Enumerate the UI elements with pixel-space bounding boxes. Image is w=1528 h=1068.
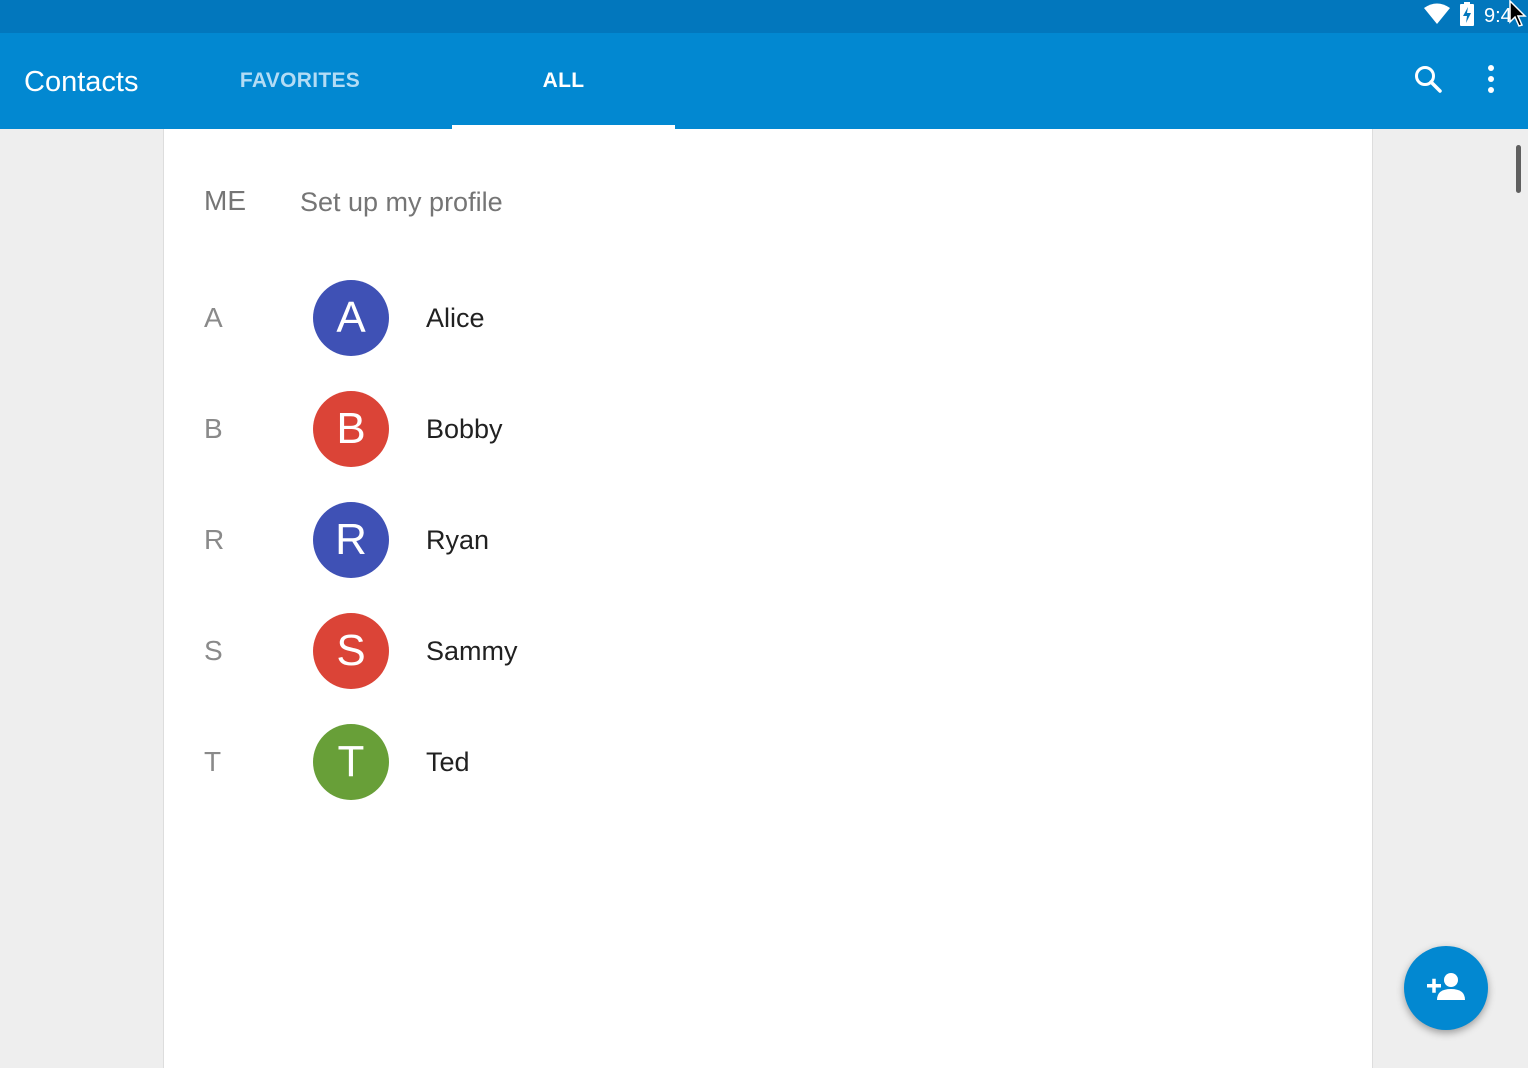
section-letter: T (204, 746, 222, 777)
app-title: Contacts (24, 66, 139, 98)
list-item-contact[interactable]: T T Ted (164, 712, 1370, 812)
avatar: R (313, 502, 389, 578)
list-item-contact[interactable]: S S Sammy (164, 601, 1370, 701)
section-letter: B (204, 413, 223, 444)
list-item-contact[interactable]: B B Bobby (164, 379, 1370, 479)
contact-name: Sammy (426, 636, 518, 666)
add-contact-button[interactable] (1404, 946, 1488, 1030)
search-icon (1413, 64, 1443, 99)
battery-charging-icon (1460, 2, 1474, 31)
more-vert-icon (1486, 64, 1496, 99)
scrollbar[interactable] (1516, 145, 1521, 193)
me-section-label: ME (204, 185, 246, 216)
section-letter: A (204, 302, 223, 333)
search-button[interactable] (1408, 61, 1448, 101)
tab-favorites[interactable]: FAVORITES (188, 33, 412, 129)
list-item-contact[interactable]: R R Ryan (164, 490, 1370, 590)
contact-name: Bobby (426, 414, 503, 444)
contact-name: Alice (426, 303, 485, 333)
app-bar: Contacts FAVORITES ALL (0, 33, 1528, 129)
more-options-button[interactable] (1471, 61, 1511, 101)
avatar: S (313, 613, 389, 689)
list-item-contact[interactable]: A A Alice (164, 268, 1370, 368)
tab-all[interactable]: ALL (452, 33, 675, 129)
setup-profile-link[interactable]: Set up my profile (300, 187, 503, 218)
wifi-icon (1424, 3, 1450, 30)
avatar: T (313, 724, 389, 800)
section-letter: R (204, 524, 225, 555)
status-bar: 9:4 (0, 0, 1528, 33)
section-letter: S (204, 635, 223, 666)
avatar: A (313, 280, 389, 356)
avatar: B (313, 391, 389, 467)
contact-name: Ryan (426, 525, 490, 555)
mouse-cursor-icon (1508, 0, 1528, 28)
contact-name: Ted (426, 747, 470, 777)
add-person-icon (1427, 972, 1465, 1005)
